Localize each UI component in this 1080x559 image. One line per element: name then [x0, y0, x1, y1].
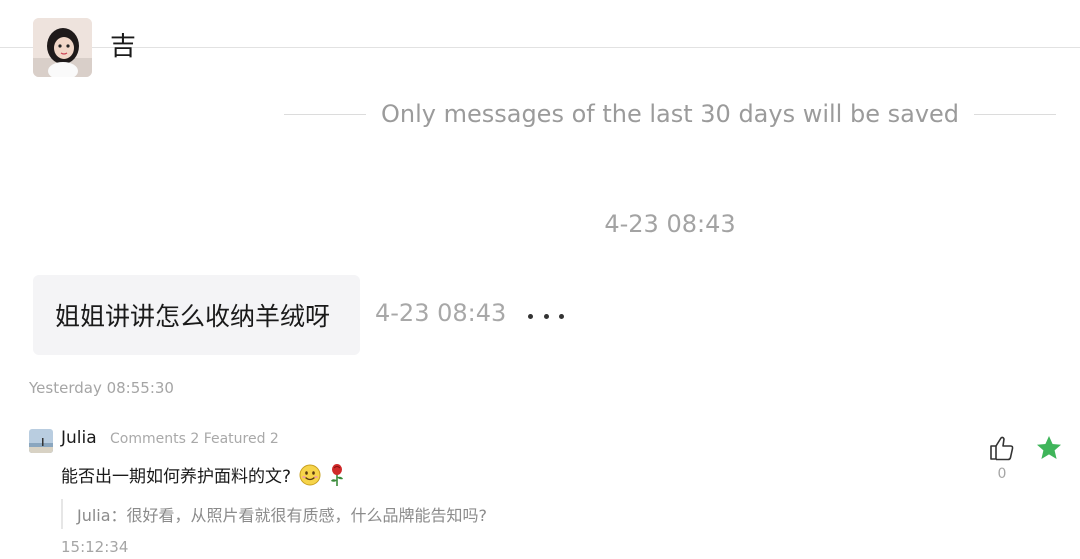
notice-line-right [974, 113, 1057, 115]
comment-section-time: Yesterday 08:55:30 [29, 379, 174, 397]
chat-timestamp: 4-23 08:43 [604, 210, 736, 238]
commenter-stats: Comments 2 Featured 2 [110, 431, 279, 447]
message-bubble[interactable]: 姐姐讲讲怎么收纳羊绒呀 [33, 275, 360, 355]
smile-emoji-icon [299, 464, 321, 485]
contact-avatar[interactable] [33, 18, 92, 77]
commenter-name[interactable]: Julia [61, 428, 97, 448]
like-count: 0 [997, 466, 1007, 482]
message-text: 姐姐讲讲怎么收纳羊绒呀 [55, 302, 331, 331]
retention-notice: Only messages of the last 30 days will b… [284, 96, 1057, 132]
notice-text: Only messages of the last 30 days will b… [380, 100, 960, 128]
message-time: 4-23 08:43 [375, 299, 507, 327]
rose-emoji-icon [331, 463, 344, 486]
comment-text: 能否出一期如何养护面料的文? [61, 467, 292, 487]
quoted-reply: Julia：很好看，从照片看就很有质感，什么品牌能告知吗? [61, 499, 487, 529]
thumbs-up-icon[interactable] [988, 434, 1016, 462]
header-divider [0, 47, 1080, 48]
quoted-reply-text: Julia：很好看，从照片看就很有质感，什么品牌能告知吗? [77, 506, 488, 525]
notice-line-left [284, 113, 366, 115]
comment-body: 能否出一期如何养护面料的文? [61, 462, 347, 487]
contact-name: 吉 [110, 32, 137, 62]
star-icon[interactable] [1035, 434, 1063, 462]
comment-time: 15:12:34 [61, 538, 129, 556]
chat-page: 吉 Only messages of the last 30 days will… [0, 0, 1080, 559]
commenter-avatar[interactable] [29, 429, 53, 453]
more-options-icon[interactable] [528, 304, 564, 328]
